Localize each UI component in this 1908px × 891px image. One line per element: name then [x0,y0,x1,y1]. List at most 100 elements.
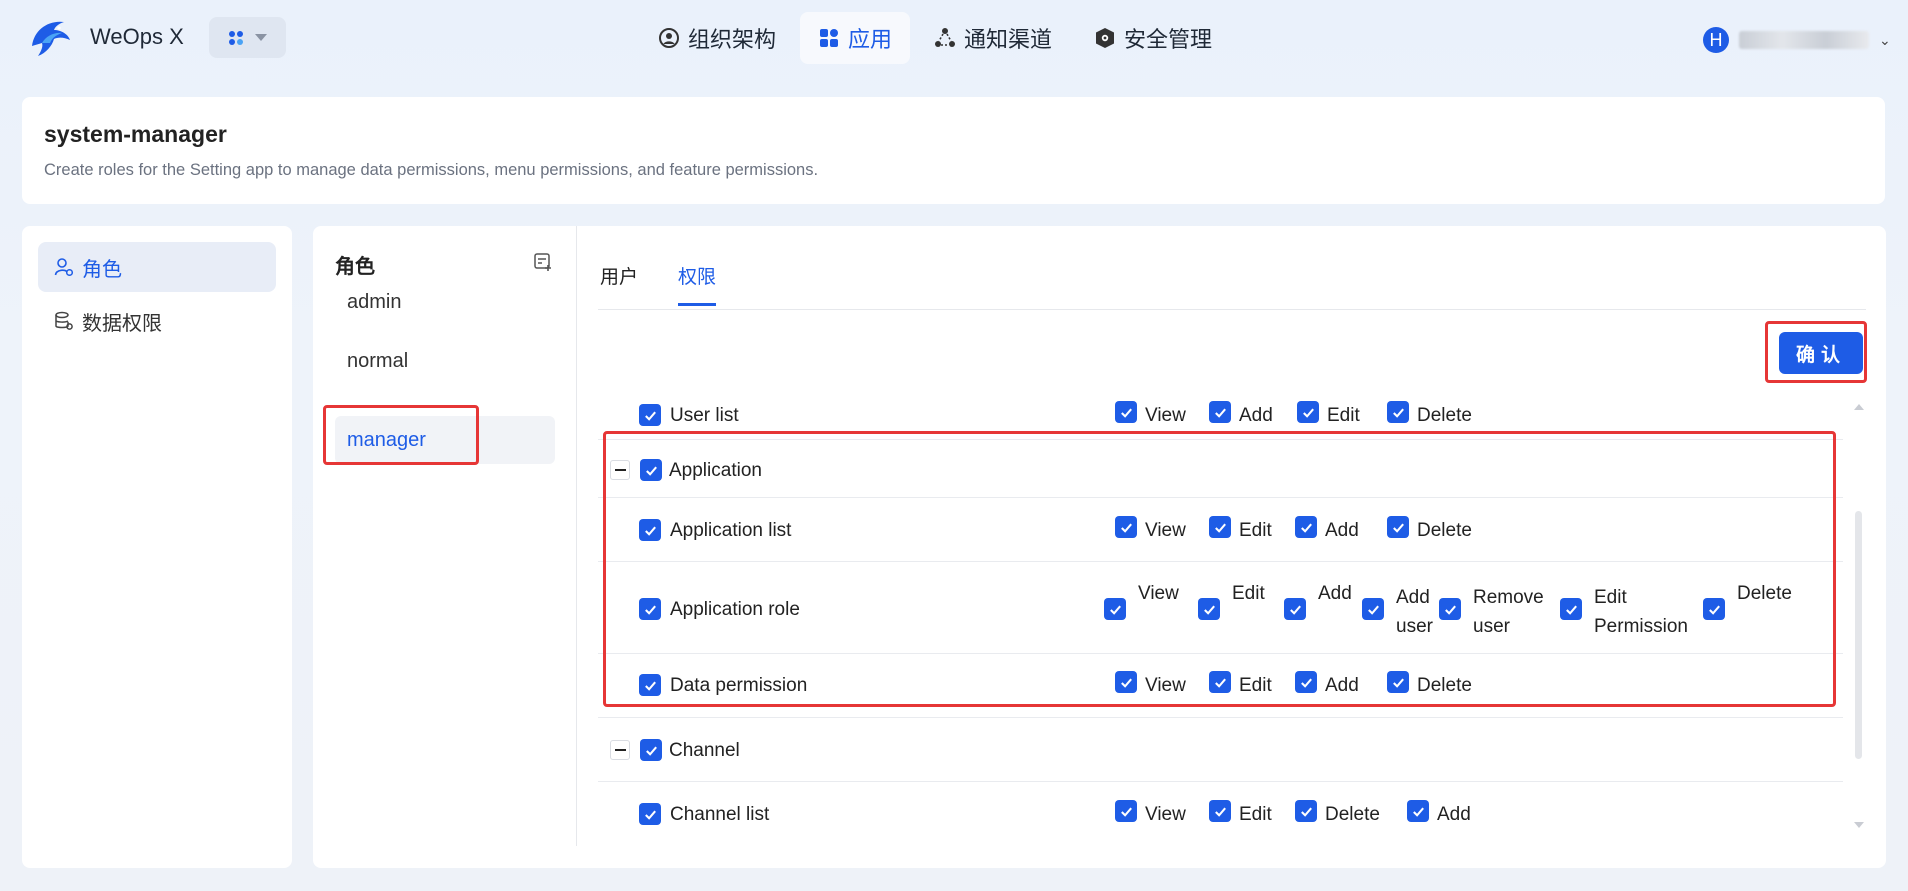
nav-item-security[interactable]: 安全管理 [1076,12,1230,64]
permission-action-view[interactable]: View [1115,800,1186,829]
checkbox-checked[interactable] [640,459,662,481]
tab-users[interactable]: 用户 [600,262,638,306]
tab-permissions[interactable]: 权限 [678,262,717,306]
checkbox-checked[interactable] [1387,671,1409,693]
scroll-up-arrow[interactable] [1854,404,1864,410]
checkbox-checked[interactable] [1703,598,1725,620]
nav-item-notification-channels[interactable]: 通知渠道 [916,12,1070,64]
nav-item-applications[interactable]: 应用 [800,12,911,64]
collapse-toggle[interactable] [610,460,630,480]
checkbox-checked[interactable] [1284,598,1306,620]
checkbox-checked[interactable] [639,598,661,620]
checkbox-checked[interactable] [1115,401,1137,423]
check-icon [645,746,657,756]
apps-grid-icon [820,29,839,47]
permission-action-view[interactable]: View [1115,671,1186,700]
permission-action-delete[interactable]: Delete [1387,401,1472,430]
nav-item-organization[interactable]: 组织架构 [640,12,794,64]
checkbox-checked[interactable] [1439,598,1461,620]
checkbox-checked[interactable] [1560,598,1582,620]
check-icon [1300,523,1312,533]
checkbox-checked[interactable] [1198,598,1220,620]
checkbox-checked[interactable] [1209,800,1231,822]
checkbox-checked[interactable] [639,404,661,426]
checkbox-checked[interactable] [639,519,661,541]
permission-action-delete[interactable]: Delete [1295,800,1380,829]
checkbox-checked[interactable] [639,803,661,825]
permission-action-view[interactable]: View [1115,401,1186,430]
action-label-remove-user[interactable]: Remove user [1473,583,1544,641]
action-label-view[interactable]: View [1138,583,1179,605]
permission-action-edit[interactable]: Edit [1209,800,1272,829]
share-nodes-icon [935,28,956,47]
action-label-edit-permission[interactable]: Edit Permission [1594,583,1688,641]
action-label-add-user[interactable]: Add user [1396,583,1436,641]
checkbox-checked[interactable] [1115,516,1137,538]
check-icon [644,810,656,820]
checkbox-checked[interactable] [1104,598,1126,620]
nav-label: 安全管理 [1124,27,1213,52]
role-item-manager[interactable]: manager [335,416,555,464]
permission-action-add[interactable]: Add [1295,671,1359,700]
permission-action-add[interactable]: Add [1209,401,1273,430]
roles-panel: 角色 admin normal manager 用户 权限 确认 User li… [313,226,1886,868]
role-item-admin[interactable]: admin [335,278,555,326]
check-icon [1565,605,1577,615]
permission-action-edit[interactable]: Edit [1209,516,1272,545]
role-list-title: 角色 [335,256,375,278]
permission-action-delete[interactable]: Delete [1387,671,1472,700]
tabs-divider [598,309,1866,310]
checkbox-checked[interactable] [1115,671,1137,693]
permission-action-add[interactable]: Add [1407,800,1471,829]
checkbox-checked[interactable] [1387,401,1409,423]
action-label-delete[interactable]: Delete [1737,583,1792,605]
scrollbar-thumb[interactable] [1855,511,1862,759]
checkbox-checked[interactable] [1295,671,1317,693]
checkbox-checked[interactable] [1362,598,1384,620]
permission-action-edit[interactable]: Edit [1297,401,1360,430]
check-icon [1392,523,1404,533]
checkbox-checked[interactable] [1295,800,1317,822]
action-label: Delete [1417,520,1472,541]
user-menu[interactable]: H ⌄ [1703,27,1891,53]
action-label: Edit [1327,405,1360,426]
action-label: Delete [1417,405,1472,426]
permission-action-view[interactable]: View [1115,516,1186,545]
check-icon [1120,678,1132,688]
checkbox-checked[interactable] [1209,516,1231,538]
permission-row-data-permission: Data permission View Edit Add Delete [598,655,1843,718]
collapse-toggle[interactable] [610,740,630,760]
check-icon [1300,807,1312,817]
add-role-icon[interactable] [533,252,553,272]
confirm-button[interactable]: 确认 [1779,332,1863,374]
check-icon [1289,605,1301,615]
checkbox-checked[interactable] [1387,516,1409,538]
checkbox-checked[interactable] [1407,800,1429,822]
permission-group-channel: Channel [598,719,1843,782]
sidebar-item-data-permissions[interactable]: 数据权限 [38,296,276,346]
checkbox-checked[interactable] [639,674,661,696]
permission-label: User list [670,405,739,426]
nav-label: 通知渠道 [964,27,1053,52]
apps-grid-icon [228,30,243,45]
permission-action-edit[interactable]: Edit [1209,671,1272,700]
user-gear-icon [54,258,74,277]
shield-gear-icon [1096,28,1115,48]
scroll-down-arrow[interactable] [1854,822,1864,828]
checkbox-checked[interactable] [640,739,662,761]
checkbox-checked[interactable] [1209,401,1231,423]
checkbox-checked[interactable] [1297,401,1319,423]
checkbox-checked[interactable] [1295,516,1317,538]
checkbox-checked[interactable] [1209,671,1231,693]
permission-action-delete[interactable]: Delete [1387,516,1472,545]
sidebar-item-roles[interactable]: 角色 [38,242,276,292]
role-item-normal[interactable]: normal [335,337,555,385]
top-navigation-bar: WeOps X 组织架构 应用 通知渠道 安全管理 H ⌄ [0,0,1908,80]
app-switcher-dropdown[interactable] [209,17,286,58]
check-icon [644,411,656,421]
action-label-add[interactable]: Add [1318,583,1352,605]
check-icon [1214,678,1226,688]
permission-action-add[interactable]: Add [1295,516,1359,545]
checkbox-checked[interactable] [1115,800,1137,822]
action-label-edit[interactable]: Edit [1232,583,1265,605]
